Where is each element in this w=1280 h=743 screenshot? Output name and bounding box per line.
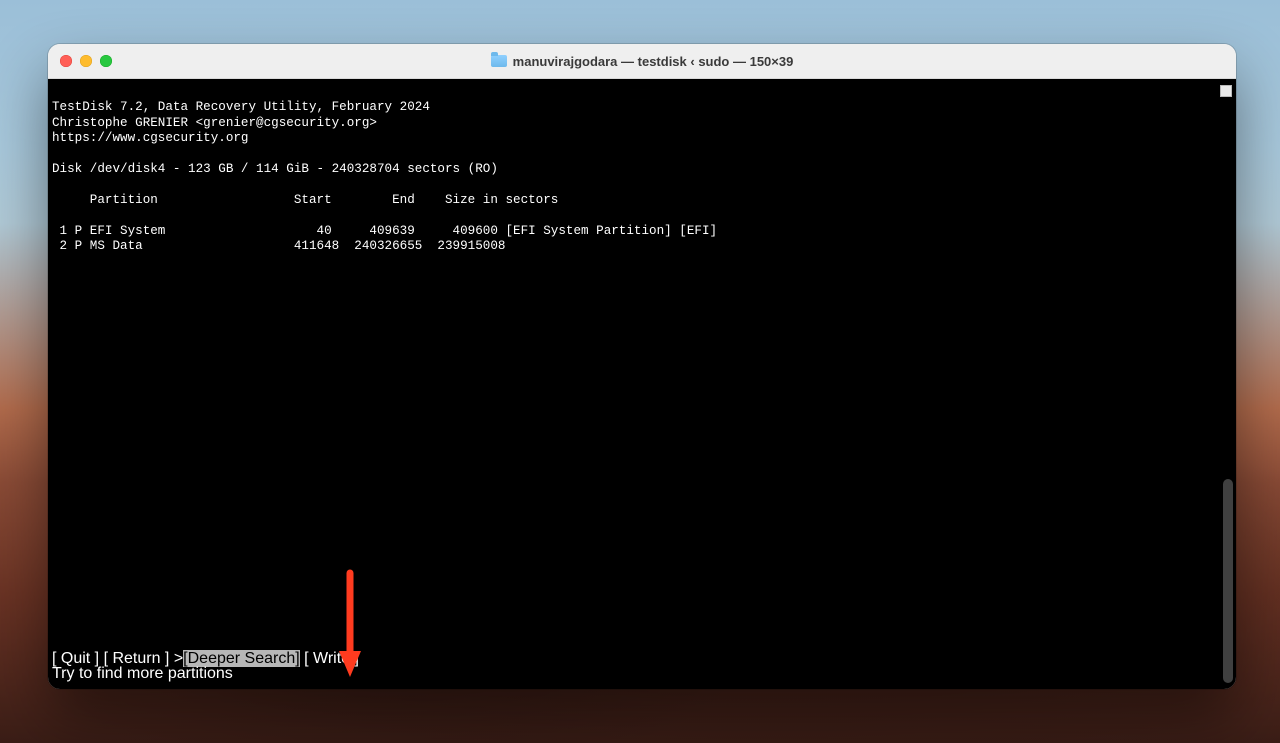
desktop-background: manuvirajgodara — testdisk ‹ sudo — 150×… bbox=[0, 0, 1280, 743]
app-header-line1: TestDisk 7.2, Data Recovery Utility, Feb… bbox=[52, 100, 430, 114]
disk-info-line: Disk /dev/disk4 - 123 GB / 114 GiB - 240… bbox=[52, 162, 498, 176]
close-icon[interactable] bbox=[60, 55, 72, 67]
window-title: manuvirajgodara — testdisk ‹ sudo — 150×… bbox=[48, 54, 1236, 69]
terminal-content: TestDisk 7.2, Data Recovery Utility, Feb… bbox=[48, 79, 1220, 689]
scrollbar[interactable] bbox=[1223, 479, 1233, 683]
minimize-icon[interactable] bbox=[80, 55, 92, 67]
zoom-icon[interactable] bbox=[100, 55, 112, 67]
menu-helper-text: Try to find more partitions bbox=[52, 665, 233, 683]
folder-icon bbox=[491, 55, 507, 67]
window-title-text: manuvirajgodara — testdisk ‹ sudo — 150×… bbox=[513, 54, 794, 69]
app-header-line3: https://www.cgsecurity.org bbox=[52, 131, 249, 145]
scroll-indicator-icon bbox=[1220, 85, 1232, 97]
partition-row: 2 P MS Data 411648 240326655 239915008 bbox=[52, 239, 505, 253]
terminal-body[interactable]: TestDisk 7.2, Data Recovery Utility, Feb… bbox=[48, 79, 1236, 689]
app-header-line2: Christophe GRENIER <grenier@cgsecurity.o… bbox=[52, 116, 377, 130]
window-titlebar[interactable]: manuvirajgodara — testdisk ‹ sudo — 150×… bbox=[48, 44, 1236, 79]
menu-write[interactable]: [ Write ] bbox=[300, 650, 359, 667]
partition-row: 1 P EFI System 40 409639 409600 [EFI Sys… bbox=[52, 224, 717, 238]
terminal-window: manuvirajgodara — testdisk ‹ sudo — 150×… bbox=[48, 44, 1236, 689]
window-controls bbox=[60, 55, 112, 67]
partition-table-header: Partition Start End Size in sectors bbox=[52, 193, 558, 207]
